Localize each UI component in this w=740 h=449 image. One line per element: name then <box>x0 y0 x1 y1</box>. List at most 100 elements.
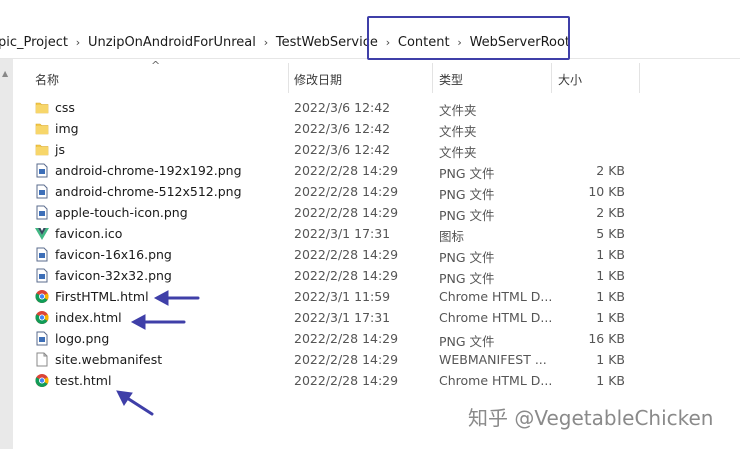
file-date: 2022/2/28 14:29 <box>294 163 399 178</box>
image-file-icon <box>35 163 49 178</box>
column-header-type[interactable]: 类型 <box>439 71 463 88</box>
file-name: test.html <box>55 373 112 388</box>
file-name: FirstHTML.html <box>55 289 149 304</box>
file-name: js <box>55 142 65 157</box>
file-type: 文件夹 <box>439 145 477 160</box>
blank-file-icon <box>35 352 49 367</box>
file-date: 2022/3/1 11:59 <box>294 289 391 304</box>
file-date: 2022/2/28 14:29 <box>294 268 399 283</box>
chevron-right-icon[interactable]: › <box>72 36 84 49</box>
breadcrumb-item-project[interactable]: pic_Project <box>0 35 72 50</box>
column-header-date[interactable]: 修改日期 <box>294 71 342 88</box>
breadcrumb-item-testwebservice[interactable]: TestWebService <box>272 35 382 50</box>
annotation-highlight-box <box>367 16 570 60</box>
file-date: 2022/3/6 12:42 <box>294 142 391 157</box>
file-row[interactable]: logo.png 2022/2/28 14:29 PNG 文件 16 KB <box>13 328 740 349</box>
file-size: 16 KB <box>588 331 625 346</box>
sort-ascending-icon: ^ <box>151 59 161 72</box>
watermark: 知乎 @VegetableChicken <box>468 406 714 430</box>
file-row[interactable]: js 2022/3/6 12:42 文件夹 <box>13 139 740 160</box>
file-size: 1 KB <box>596 268 625 283</box>
file-size: 5 KB <box>596 226 625 241</box>
file-row[interactable]: android-chrome-512x512.png 2022/2/28 14:2… <box>13 181 740 202</box>
file-size: 1 KB <box>596 352 625 367</box>
file-list: css 2022/3/6 12:42 文件夹 img 2022/3/6 12:42 文件夹… <box>13 97 740 391</box>
file-name: favicon-16x16.png <box>55 247 172 262</box>
column-divider[interactable] <box>551 63 552 93</box>
file-size: 2 KB <box>596 205 625 220</box>
column-header-size[interactable]: 大小 <box>558 71 582 88</box>
chrome-icon <box>35 289 49 304</box>
file-name: android-chrome-192x192.png <box>55 163 242 178</box>
file-row[interactable]: site.webmanifest 2022/2/28 14:29 WEBMANIFE… <box>13 349 740 370</box>
image-file-icon <box>35 247 49 262</box>
annotation-arrow-head <box>116 390 133 406</box>
scrollbar[interactable]: ▲ <box>0 59 13 449</box>
file-type: WEBMANIFEST ... <box>439 352 547 367</box>
chrome-icon <box>35 373 49 388</box>
file-name: android-chrome-512x512.png <box>55 184 242 199</box>
file-name: favicon-32x32.png <box>55 268 172 283</box>
file-date: 2022/3/6 12:42 <box>294 100 391 115</box>
file-type: 图标 <box>439 229 465 244</box>
file-type: PNG 文件 <box>439 271 495 286</box>
file-name: favicon.ico <box>55 226 123 241</box>
file-row[interactable]: FirstHTML.html 2022/3/1 11:59 Chrome HTML … <box>13 286 740 307</box>
file-row[interactable]: test.html 2022/2/28 14:29 Chrome HTML D...… <box>13 370 740 391</box>
file-type: Chrome HTML D... <box>439 310 553 325</box>
image-file-icon <box>35 205 49 220</box>
file-size: 1 KB <box>596 289 625 304</box>
column-divider[interactable] <box>432 63 433 93</box>
folder-icon <box>35 121 49 136</box>
annotation-arrow <box>122 394 154 416</box>
file-size: 2 KB <box>596 163 625 178</box>
image-file-icon <box>35 331 49 346</box>
chevron-right-icon[interactable]: › <box>260 36 272 49</box>
file-name: index.html <box>55 310 122 325</box>
folder-icon <box>35 142 49 157</box>
file-date: 2022/2/28 14:29 <box>294 352 399 367</box>
column-divider[interactable] <box>288 63 289 93</box>
file-row[interactable]: favicon-32x32.png 2022/2/28 14:29 PNG 文件 1 … <box>13 265 740 286</box>
file-row[interactable]: index.html 2022/3/1 17:31 Chrome HTML D...… <box>13 307 740 328</box>
file-row[interactable]: img 2022/3/6 12:42 文件夹 <box>13 118 740 139</box>
file-name: site.webmanifest <box>55 352 163 367</box>
file-date: 2022/2/28 14:29 <box>294 205 399 220</box>
file-date: 2022/3/6 12:42 <box>294 121 391 136</box>
file-type: PNG 文件 <box>439 208 495 223</box>
vue-logo-icon <box>35 226 49 241</box>
file-explorer-window: pic_Project › UnzipOnAndroidForUnreal › … <box>0 0 740 449</box>
file-date: 2022/2/28 14:29 <box>294 247 399 262</box>
file-type: PNG 文件 <box>439 166 495 181</box>
file-type: PNG 文件 <box>439 334 495 349</box>
file-name: img <box>55 121 79 136</box>
file-date: 2022/3/1 17:31 <box>294 310 391 325</box>
file-size: 10 KB <box>588 184 625 199</box>
file-row[interactable]: favicon-16x16.png 2022/2/28 14:29 PNG 文件 1 … <box>13 244 740 265</box>
file-date: 2022/3/1 17:31 <box>294 226 391 241</box>
file-name: css <box>55 100 75 115</box>
file-size: 1 KB <box>596 310 625 325</box>
file-type: Chrome HTML D... <box>439 373 553 388</box>
file-type: Chrome HTML D... <box>439 289 553 304</box>
file-name: logo.png <box>55 331 110 346</box>
scroll-up-icon[interactable]: ▲ <box>2 69 8 78</box>
file-name: apple-touch-icon.png <box>55 205 188 220</box>
file-size: 1 KB <box>596 247 625 262</box>
file-row[interactable]: apple-touch-icon.png 2022/2/28 14:29 PNG 文… <box>13 202 740 223</box>
file-type: PNG 文件 <box>439 187 495 202</box>
column-header: ^ 名称 修改日期 类型 大小 <box>13 59 740 97</box>
file-row[interactable]: android-chrome-192x192.png 2022/2/28 14:2… <box>13 160 740 181</box>
file-date: 2022/2/28 14:29 <box>294 331 399 346</box>
column-divider[interactable] <box>639 63 640 93</box>
breadcrumb-item-unzip[interactable]: UnzipOnAndroidForUnreal <box>84 35 260 50</box>
file-row[interactable]: favicon.ico 2022/3/1 17:31 图标 5 KB <box>13 223 740 244</box>
chrome-icon <box>35 310 49 325</box>
file-row[interactable]: css 2022/3/6 12:42 文件夹 <box>13 97 740 118</box>
file-size: 1 KB <box>596 373 625 388</box>
file-type: PNG 文件 <box>439 250 495 265</box>
image-file-icon <box>35 268 49 283</box>
folder-icon <box>35 100 49 115</box>
file-date: 2022/2/28 14:29 <box>294 373 399 388</box>
column-header-name[interactable]: 名称 <box>35 71 59 88</box>
